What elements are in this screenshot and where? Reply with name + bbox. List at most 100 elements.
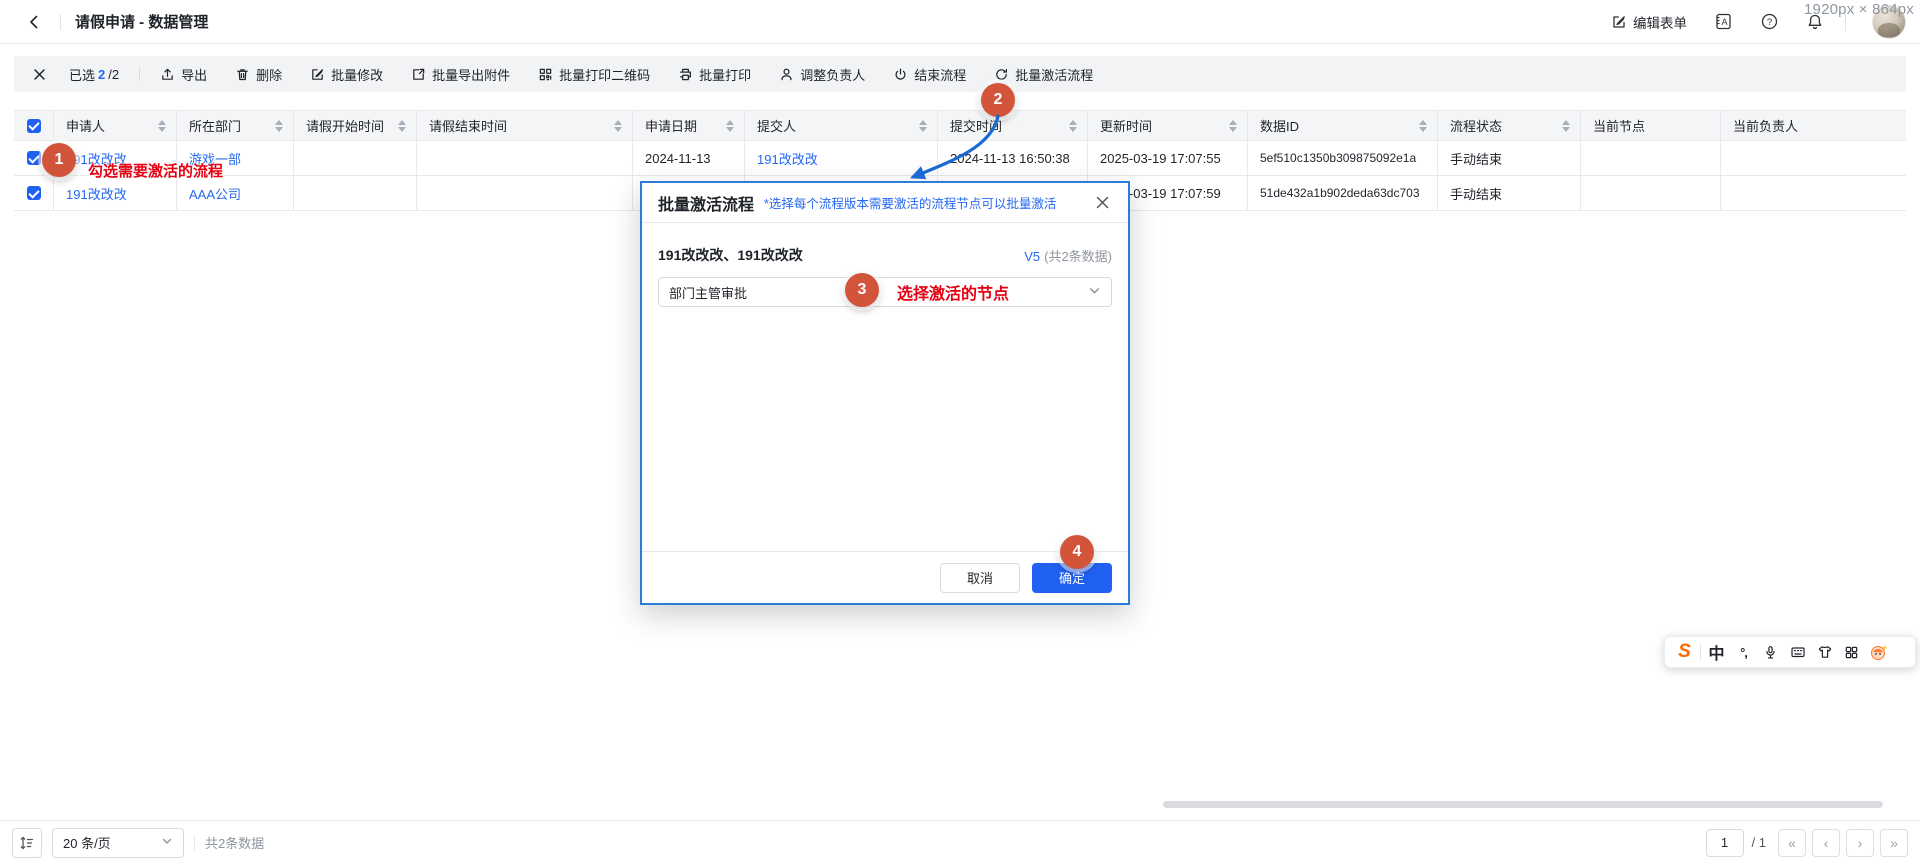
col-header-current-owner: 当前负责人: [1721, 111, 1906, 140]
sort-icon[interactable]: [158, 120, 166, 132]
col-header-submit-time[interactable]: 提交时间: [938, 111, 1088, 140]
ime-language-mode[interactable]: 中: [1703, 639, 1730, 665]
bottom-bar: 20 条/页 共2条数据 / 1 « ‹ › »: [0, 820, 1920, 864]
page-size-select[interactable]: 20 条/页: [52, 828, 184, 858]
edit-form-button[interactable]: 编辑表单: [1611, 12, 1687, 32]
skin-tshirt-icon[interactable]: [1811, 639, 1838, 665]
modal-header: 批量激活流程 *选择每个流程版本需要激活的流程节点可以批量激活: [642, 183, 1128, 223]
export-attachment-icon: [411, 67, 426, 82]
sort-icon[interactable]: [1419, 120, 1427, 132]
toolbar-batch-export-attachments-button[interactable]: 批量导出附件: [411, 65, 510, 84]
chevron-down-icon: [161, 835, 173, 850]
toolbar-batch-print-button[interactable]: 批量打印: [678, 65, 751, 84]
soft-keyboard-icon[interactable]: [1784, 639, 1811, 665]
cell-leave-start: [294, 176, 417, 210]
cell-current-node: [1581, 141, 1721, 175]
cell-leave-end: [417, 141, 633, 175]
close-icon[interactable]: [1092, 193, 1112, 213]
sort-icon[interactable]: [275, 120, 283, 132]
pagination: / 1 « ‹ › »: [1706, 829, 1908, 857]
sort-list-icon: [19, 835, 35, 851]
power-icon: [893, 67, 908, 82]
back-button[interactable]: [22, 10, 46, 34]
sort-icon[interactable]: [614, 120, 622, 132]
step-badge-4: 4: [1060, 535, 1094, 569]
batch-activate-modal: 批量激活流程 *选择每个流程版本需要激活的流程节点可以批量激活 191改改改、1…: [640, 181, 1130, 605]
toolbar-export-button[interactable]: 导出: [160, 65, 207, 84]
cell-process-status: 手动结束: [1438, 141, 1581, 175]
annotation-step1: 勾选需要激活的流程: [88, 160, 223, 181]
col-header-leave-end[interactable]: 请假结束时间: [417, 111, 633, 140]
select-all-checkbox[interactable]: [27, 119, 41, 133]
ime-logo-icon[interactable]: S: [1671, 639, 1698, 665]
row-checkbox[interactable]: [27, 186, 41, 200]
row-order-button[interactable]: [12, 828, 42, 858]
col-header-leave-start[interactable]: 请假开始时间: [294, 111, 417, 140]
col-header-data-id[interactable]: 数据ID: [1248, 111, 1438, 140]
col-header-applicant[interactable]: 申请人: [54, 111, 177, 140]
sort-icon[interactable]: [919, 120, 927, 132]
sort-icon[interactable]: [726, 120, 734, 132]
sort-icon[interactable]: [1229, 120, 1237, 132]
toolbar-batch-edit-button[interactable]: 批量修改: [310, 65, 383, 84]
table-row-1[interactable]: 191改改改 游戏一部 2024-11-13 191改改改 2024-11-13…: [14, 141, 1906, 176]
flow-version-label: V5(共2条数据): [1024, 246, 1112, 265]
toolbar-batch-print-qrcode-button[interactable]: 批量打印二维码: [538, 65, 650, 84]
viewport-size-overlay: 1920px × 864px: [1804, 1, 1914, 18]
cell-apply-date: 2024-11-13: [633, 141, 745, 175]
divider: [1700, 644, 1701, 660]
col-header-apply-date[interactable]: 申请日期: [633, 111, 745, 140]
divider: [139, 67, 140, 81]
ime-punctuation-icon[interactable]: °,: [1730, 639, 1757, 665]
divider: [60, 14, 61, 30]
col-header-process-status[interactable]: 流程状态: [1438, 111, 1581, 140]
divider: [194, 835, 195, 851]
horizontal-scrollbar-thumb[interactable]: [1163, 801, 1883, 808]
toolbar-batch-activate-button[interactable]: 批量激活流程: [994, 65, 1093, 84]
cell-current-node: [1581, 176, 1721, 210]
header-checkbox-cell: [14, 111, 54, 140]
node-select-value: 部门主管审批: [669, 283, 747, 302]
clear-selection-button[interactable]: [32, 67, 47, 82]
annotation-step3: 选择激活的节点: [897, 280, 1009, 304]
edit-pencil-icon: [1611, 14, 1627, 30]
col-header-update-time[interactable]: 更新时间: [1088, 111, 1248, 140]
close-icon: [32, 67, 47, 82]
total-count-label: 共2条数据: [205, 833, 264, 852]
chevron-left-icon: [26, 14, 42, 30]
sort-icon[interactable]: [398, 120, 406, 132]
applicant-link[interactable]: 191改改改: [66, 184, 127, 203]
cell-update-time: 2025-03-19 17:07:55: [1088, 141, 1248, 175]
topbar-left: 请假申请 - 数据管理: [14, 10, 208, 34]
trash-icon: [235, 67, 250, 82]
col-header-department[interactable]: 所在部门: [177, 111, 294, 140]
step-badge-3: 3: [845, 273, 879, 307]
qr-code-icon: [538, 67, 553, 82]
toolbar-end-process-button[interactable]: 结束流程: [893, 65, 966, 84]
toolbox-grid-icon[interactable]: [1838, 639, 1865, 665]
cancel-button[interactable]: 取消: [940, 563, 1020, 593]
page-number-input[interactable]: [1706, 829, 1744, 857]
row-checkbox[interactable]: [27, 151, 41, 165]
step-badge-1: 1: [42, 143, 76, 177]
sort-icon[interactable]: [1562, 120, 1570, 132]
glossary-icon[interactable]: A: [1713, 12, 1733, 32]
prev-page-button[interactable]: ‹: [1812, 829, 1840, 857]
modal-title: 批量激活流程: [658, 191, 754, 215]
help-icon[interactable]: ?: [1759, 12, 1779, 32]
col-header-submitter[interactable]: 提交人: [745, 111, 938, 140]
ai-assistant-icon[interactable]: [1865, 639, 1892, 665]
toolbar-delete-button[interactable]: 删除: [235, 65, 282, 84]
microphone-icon[interactable]: [1757, 639, 1784, 665]
submitter-link[interactable]: 191改改改: [757, 149, 818, 168]
flow-group-row: 191改改改、191改改改 V5(共2条数据): [658, 245, 1112, 265]
next-page-button[interactable]: ›: [1846, 829, 1874, 857]
first-page-button[interactable]: «: [1778, 829, 1806, 857]
sort-icon[interactable]: [1069, 120, 1077, 132]
toolbar-change-owner-button[interactable]: 调整负责人: [779, 65, 865, 84]
department-link[interactable]: AAA公司: [189, 184, 241, 203]
flow-group-title: 191改改改、191改改改: [658, 245, 803, 265]
selected-count: 已选 2 /2: [69, 65, 119, 84]
node-select[interactable]: 部门主管审批: [658, 277, 1112, 307]
last-page-button[interactable]: »: [1880, 829, 1908, 857]
